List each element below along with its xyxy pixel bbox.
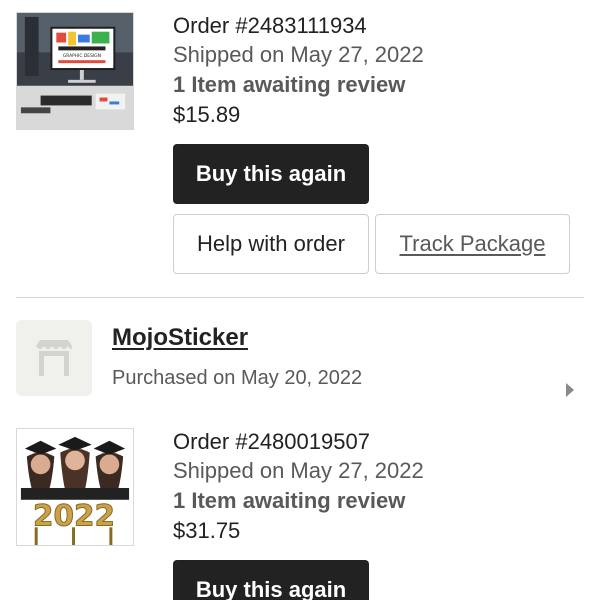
divider (16, 297, 584, 298)
review-status: 1 Item awaiting review (173, 72, 406, 97)
review-status: 1 Item awaiting review (173, 488, 406, 513)
order-price: $31.75 (173, 518, 241, 543)
shop-name-link[interactable]: MojoSticker (112, 324, 248, 352)
track-package-button[interactable]: Track Package (375, 214, 570, 274)
shop-header: MojoSticker Purchased on May 20, 2022 (16, 320, 584, 400)
svg-text:GRAPHIC DESIGN: GRAPHIC DESIGN (63, 53, 101, 59)
product-thumbnail[interactable]: GRAPHIC DESIGN (16, 12, 134, 130)
shop-logo[interactable] (16, 320, 92, 396)
order-number: Order #2480019507 (173, 429, 370, 454)
graduation-2022-product-image: 2022 (17, 429, 133, 545)
storefront-icon (36, 340, 72, 376)
buy-again-button[interactable]: Buy this again (173, 144, 369, 204)
shipped-date: Shipped on May 27, 2022 (173, 458, 424, 483)
buy-again-button[interactable]: Buy this again (173, 560, 369, 600)
chevron-right-icon[interactable] (566, 383, 574, 397)
orders-page: GRAPHIC DESIGN Order #2483111934 Shipped… (0, 0, 600, 600)
order-details: Order #2483111934 Shipped on May 27, 202… (173, 12, 424, 130)
product-thumbnail[interactable]: 2022 (16, 428, 134, 546)
shipped-date: Shipped on May 27, 2022 (173, 42, 424, 67)
purchase-date: Purchased on May 20, 2022 (112, 367, 363, 389)
order-price: $15.89 (173, 102, 241, 127)
help-with-order-button[interactable]: Help with order (173, 214, 369, 274)
order-details: Order #2480019507 Shipped on May 27, 202… (173, 428, 424, 546)
graphic-design-product-image: GRAPHIC DESIGN (17, 13, 133, 129)
svg-text:2022: 2022 (33, 498, 115, 532)
order-number: Order #2483111934 (173, 13, 367, 38)
